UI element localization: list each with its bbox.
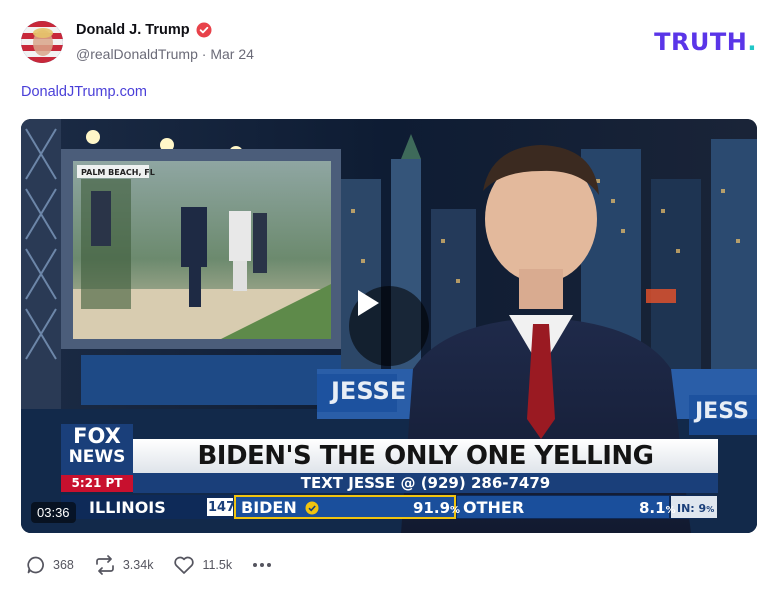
fox-news-logo-top: FOX	[73, 424, 121, 448]
ticker-state: ILLINOIS	[89, 498, 166, 517]
ticker-reporting-pct: %	[706, 505, 715, 514]
meta-separator: ·	[201, 46, 207, 62]
ticker-candidate2-pct: 8.1%	[639, 499, 676, 517]
reply-button[interactable]: 368	[26, 555, 74, 575]
ticker-candidate1-pct: 91.9%	[413, 499, 460, 517]
like-button[interactable]: 11.5k	[173, 555, 232, 575]
play-icon	[358, 290, 379, 316]
ticker-candidate2: OTHER	[463, 498, 525, 517]
video-duration: 03:36	[31, 502, 76, 523]
repost-icon	[96, 555, 114, 575]
subline: TEXT JESSE @ (929) 286-7479	[300, 474, 551, 492]
headline: BIDEN'S THE ONLY ONE YELLING	[197, 441, 654, 471]
retruth-button[interactable]: 3.34k	[94, 555, 154, 575]
truth-logo-text: TRUTH	[654, 28, 748, 56]
truth-logo-dot: .	[747, 28, 757, 56]
show-tag-left: JESSE	[331, 377, 407, 405]
play-button[interactable]	[349, 286, 429, 366]
heart-icon	[174, 556, 195, 574]
post-date[interactable]: Mar 24	[210, 46, 254, 62]
retruth-count: 3.34k	[122, 558, 154, 572]
ticker-candidate2-pct-value: 8.1	[639, 499, 666, 517]
fox-news-logo-bottom: NEWS	[68, 447, 126, 467]
broadcast-time: 5:21 PT	[71, 476, 123, 490]
author-name-text[interactable]: Donald J. Trump	[76, 22, 190, 38]
post-header: Donald J. Trump @realDonaldTrump · Mar 2…	[21, 18, 761, 66]
ticker-count: 147	[208, 500, 236, 515]
winner-check-icon	[305, 501, 319, 515]
show-tag-right: JESS	[695, 399, 749, 424]
ticker-candidate2-pct-sign: %	[665, 505, 676, 516]
reply-count: 368	[53, 558, 74, 572]
author-name[interactable]: Donald J. Trump	[76, 22, 212, 38]
more-icon	[253, 563, 272, 567]
ticker-candidate1-pct-sign: %	[450, 505, 461, 516]
truth-logo[interactable]: TRUTH.	[654, 28, 757, 56]
comment-icon	[27, 556, 44, 574]
location-label: PALM BEACH, FL	[81, 168, 155, 177]
avatar[interactable]	[21, 21, 63, 63]
ticker-reporting-value: IN: 9	[677, 502, 707, 515]
ticker-reporting: IN: 9%	[677, 502, 714, 515]
video-player[interactable]: PALM BEACH, FL JESSE JESS FOX NEWS 5:21 …	[21, 119, 757, 533]
author-meta: @realDonaldTrump · Mar 24	[76, 46, 254, 62]
post-actions: 368 3.34k 11.5k	[26, 553, 292, 577]
more-button[interactable]	[252, 562, 272, 568]
verified-badge-icon	[196, 22, 212, 38]
post-link[interactable]: DonaldJTrump.com	[21, 84, 147, 100]
ticker-candidate1: BIDEN	[241, 498, 297, 517]
author-handle[interactable]: @realDonaldTrump	[76, 46, 198, 62]
ticker-candidate1-pct-value: 91.9	[413, 499, 451, 517]
like-count: 11.5k	[202, 558, 233, 572]
